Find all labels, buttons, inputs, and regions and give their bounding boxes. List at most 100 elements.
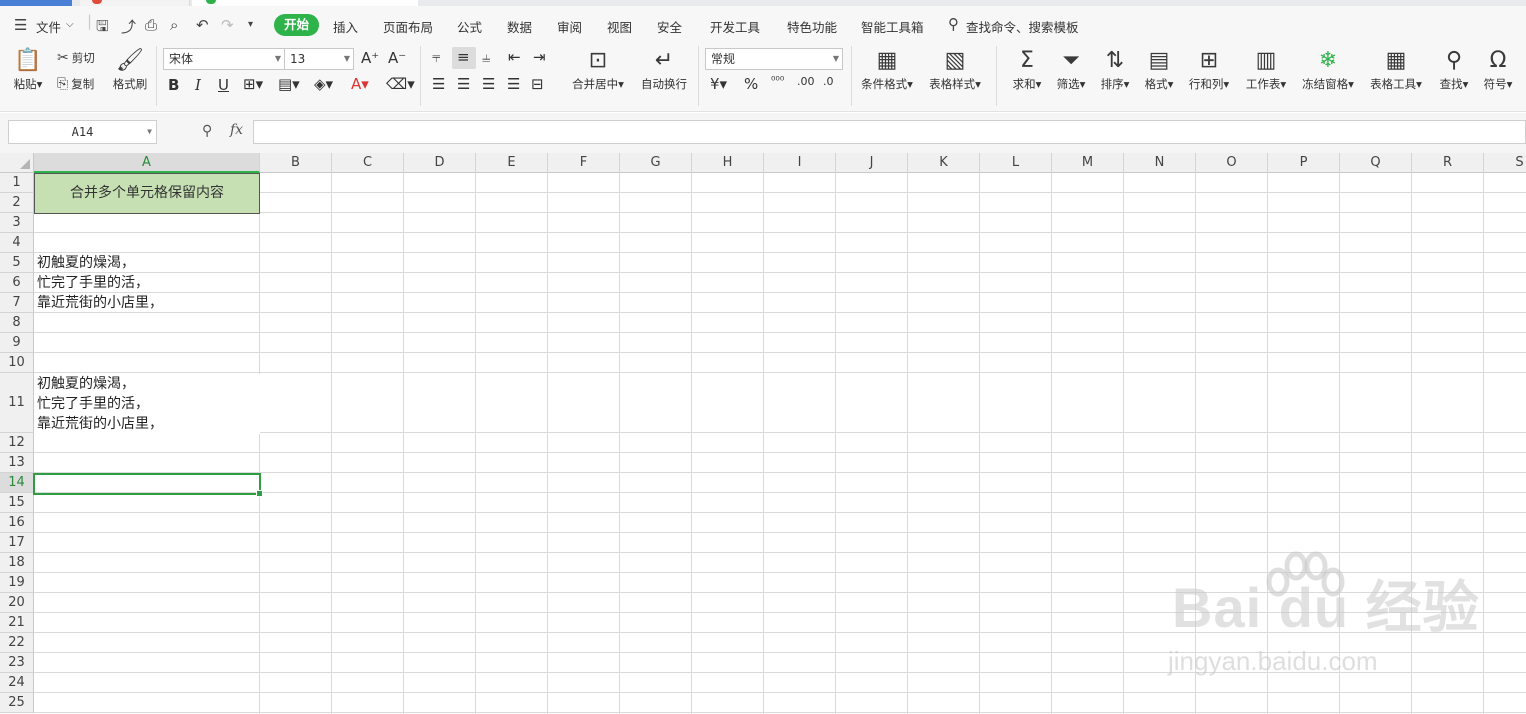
- increase-decimal-icon[interactable]: .00: [797, 75, 815, 88]
- column-header-k[interactable]: K: [908, 153, 980, 173]
- comma-style-icon[interactable]: ⁰⁰⁰: [771, 74, 784, 87]
- hamburger-menu-icon[interactable]: ☰: [14, 16, 27, 34]
- decrease-decimal-icon[interactable]: .0: [823, 75, 834, 88]
- font-size-select[interactable]: 13 ▼: [284, 48, 354, 70]
- sort-button[interactable]: ⇅ 排序▾: [1098, 48, 1132, 92]
- tab-formulas[interactable]: 公式: [457, 17, 482, 36]
- column-header-s[interactable]: S: [1484, 153, 1526, 173]
- column-header-a[interactable]: A: [34, 153, 260, 173]
- cell-a7[interactable]: 靠近荒街的小店里，: [37, 293, 163, 313]
- row-header-17[interactable]: 17: [0, 533, 34, 553]
- conditional-format-button[interactable]: ▦ 条件格式▾: [858, 48, 916, 92]
- active-cell-a14[interactable]: [33, 473, 263, 497]
- column-header-h[interactable]: H: [692, 153, 764, 173]
- column-header-e[interactable]: E: [476, 153, 548, 173]
- align-bottom-icon[interactable]: ⫨: [482, 48, 490, 66]
- insert-function-icon[interactable]: fx: [230, 122, 243, 138]
- row-header-11[interactable]: 11: [0, 373, 34, 433]
- sum-button[interactable]: Σ 求和▾: [1010, 48, 1044, 92]
- row-header-23[interactable]: 23: [0, 653, 34, 673]
- percent-icon[interactable]: %: [744, 75, 758, 93]
- row-header-10[interactable]: 10: [0, 353, 34, 373]
- underline-icon[interactable]: U: [218, 76, 229, 94]
- cell-style-icon[interactable]: ▤▾: [278, 75, 300, 93]
- column-header-b[interactable]: B: [260, 153, 332, 173]
- merged-cell-a1-a2[interactable]: 合并多个单元格保留内容: [34, 173, 260, 214]
- zoom-formula-icon[interactable]: ⚲: [202, 123, 212, 139]
- row-header-4[interactable]: 4: [0, 233, 34, 253]
- tab-security[interactable]: 安全: [657, 17, 682, 36]
- symbol-button[interactable]: Ω 符号▾: [1480, 48, 1516, 92]
- row-header-6[interactable]: 6: [0, 273, 34, 293]
- decrease-font-icon[interactable]: A⁻: [388, 49, 406, 67]
- row-col-button[interactable]: ⊞ 行和列▾: [1186, 48, 1232, 92]
- tab-features[interactable]: 特色功能: [787, 17, 837, 36]
- paste-button[interactable]: 📋 粘贴▾: [10, 48, 46, 92]
- column-header-q[interactable]: Q: [1340, 153, 1412, 173]
- italic-icon[interactable]: I: [195, 76, 201, 94]
- column-header-f[interactable]: F: [548, 153, 620, 173]
- print-preview-icon[interactable]: ⌕: [170, 16, 178, 34]
- tab-view[interactable]: 视图: [607, 17, 632, 36]
- row-header-19[interactable]: 19: [0, 573, 34, 593]
- format-button[interactable]: ▤ 格式▾: [1142, 48, 1176, 92]
- distributed-icon[interactable]: ⊟: [531, 75, 544, 93]
- freeze-panes-button[interactable]: ❄ 冻结窗格▾: [1298, 48, 1358, 92]
- align-top-icon[interactable]: ⫧: [432, 48, 440, 66]
- search-icon[interactable]: ⚲: [948, 15, 959, 33]
- font-color-icon[interactable]: A▾: [351, 75, 369, 93]
- increase-indent-icon[interactable]: ⇥: [533, 48, 546, 66]
- quick-access-dropdown-icon[interactable]: ▾: [248, 19, 253, 30]
- justify-icon[interactable]: ☰: [507, 75, 520, 93]
- tab-review[interactable]: 审阅: [557, 17, 582, 36]
- column-header-g[interactable]: G: [620, 153, 692, 173]
- eraser-icon[interactable]: ⌫▾: [386, 75, 415, 93]
- row-header-3[interactable]: 3: [0, 213, 34, 233]
- align-middle-icon[interactable]: ≡: [457, 48, 470, 66]
- row-header-15[interactable]: 15: [0, 493, 34, 513]
- column-header-c[interactable]: C: [332, 153, 404, 173]
- currency-icon[interactable]: ¥▾: [710, 75, 727, 93]
- undo-icon[interactable]: ↶: [196, 16, 209, 34]
- table-tools-button[interactable]: ▦ 表格工具▾: [1366, 48, 1426, 92]
- row-header-21[interactable]: 21: [0, 613, 34, 633]
- row-header-12[interactable]: 12: [0, 433, 34, 453]
- align-left-icon[interactable]: ☰: [432, 75, 445, 93]
- column-header-r[interactable]: R: [1412, 153, 1484, 173]
- tab-developer[interactable]: 开发工具: [710, 17, 760, 36]
- row-header-14[interactable]: 14: [0, 473, 34, 493]
- column-header-i[interactable]: I: [764, 153, 836, 173]
- row-header-16[interactable]: 16: [0, 513, 34, 533]
- chevron-down-icon[interactable]: ⌵: [66, 19, 74, 30]
- row-header-5[interactable]: 5: [0, 253, 34, 273]
- row-header-8[interactable]: 8: [0, 313, 34, 333]
- file-menu[interactable]: 文件: [36, 17, 61, 36]
- formula-input[interactable]: [253, 120, 1526, 144]
- align-right-icon[interactable]: ☰: [482, 75, 495, 93]
- tab-home[interactable]: 开始: [274, 14, 320, 36]
- row-header-22[interactable]: 22: [0, 633, 34, 653]
- format-painter-button[interactable]: 🖌 格式刷: [110, 48, 150, 92]
- cell-a5[interactable]: 初触夏的燥渴，: [37, 253, 135, 273]
- name-box[interactable]: A14 ▼: [8, 120, 157, 144]
- row-header-25[interactable]: 25: [0, 693, 34, 713]
- font-name-select[interactable]: 宋体 ▼: [163, 48, 285, 70]
- align-center-icon[interactable]: ☰: [457, 75, 470, 93]
- row-header-1[interactable]: 1: [0, 173, 34, 193]
- print-icon[interactable]: ⎙: [145, 16, 157, 34]
- export-icon[interactable]: ⤴: [121, 16, 136, 37]
- wrap-text-button[interactable]: ↵ 自动换行: [638, 48, 690, 92]
- tab-data[interactable]: 数据: [507, 17, 532, 36]
- row-header-18[interactable]: 18: [0, 553, 34, 573]
- cut-button[interactable]: ✂ 剪切: [57, 50, 95, 66]
- column-header-n[interactable]: N: [1124, 153, 1196, 173]
- cell-a6[interactable]: 忙完了手里的活，: [37, 273, 149, 293]
- row-header-13[interactable]: 13: [0, 453, 34, 473]
- command-search[interactable]: 查找命令、搜索模板: [966, 17, 1079, 36]
- row-header-7[interactable]: 7: [0, 293, 34, 313]
- row-header-2[interactable]: 2: [0, 193, 34, 213]
- find-button[interactable]: ⚲ 查找▾: [1436, 48, 1472, 92]
- row-header-9[interactable]: 9: [0, 333, 34, 353]
- column-header-o[interactable]: O: [1196, 153, 1268, 173]
- copy-button[interactable]: ⎘ 复制: [57, 76, 94, 92]
